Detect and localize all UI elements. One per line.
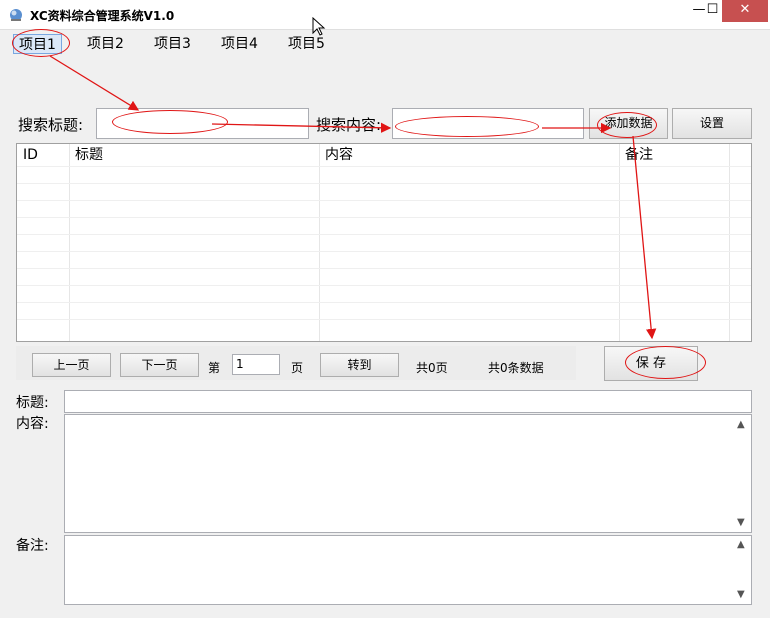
grid-row-line	[17, 183, 751, 184]
search-title-label: 搜索标题:	[18, 116, 84, 134]
search-content-label: 搜索内容:	[316, 116, 382, 134]
scroll-up-icon[interactable]: ▲	[737, 539, 745, 550]
menu-item-project3[interactable]: 项目3	[149, 34, 196, 54]
grid-row-line	[17, 234, 751, 235]
column-header-id[interactable]: ID	[17, 144, 69, 166]
title-field[interactable]	[64, 390, 752, 413]
grid-divider	[319, 144, 320, 341]
scroll-up-icon[interactable]: ▲	[737, 419, 745, 430]
page-prefix-label: 第	[208, 361, 221, 375]
prev-page-button[interactable]: 上一页	[32, 353, 111, 377]
menu-item-project2[interactable]: 项目2	[82, 34, 129, 54]
annotation-oval	[597, 112, 657, 138]
goto-page-button[interactable]: 转到	[320, 353, 399, 377]
grid-row-line	[17, 217, 751, 218]
close-button[interactable]: ✕	[722, 0, 768, 22]
total-records-text: 共0条数据	[488, 361, 544, 375]
close-icon: ✕	[739, 2, 751, 17]
grid-row-line	[17, 251, 751, 252]
settings-button[interactable]: 设置	[672, 108, 752, 139]
title-bar: XC资料综合管理系统V1.0 — ☐ ✕	[0, 0, 770, 30]
column-header-content[interactable]: 内容	[319, 144, 619, 166]
grid-row-line	[17, 268, 751, 269]
window-title: XC资料综合管理系统V1.0	[30, 9, 175, 23]
grid-divider	[619, 144, 620, 341]
grid-row-line	[17, 302, 751, 303]
menu-item-project5[interactable]: 项目5	[283, 34, 330, 54]
remark-textarea[interactable]	[64, 535, 752, 605]
annotation-oval	[112, 110, 228, 134]
annotation-oval	[395, 116, 539, 137]
grid-row-line	[17, 319, 751, 320]
annotation-arrow	[49, 55, 140, 111]
scroll-down-icon[interactable]: ▼	[737, 589, 745, 600]
grid-row-line	[17, 200, 751, 201]
scroll-down-icon[interactable]: ▼	[737, 517, 745, 528]
annotation-oval	[12, 29, 70, 57]
page-number-input[interactable]: 1	[232, 354, 280, 375]
grid-divider	[729, 144, 730, 341]
data-grid[interactable]: ID 标题 内容 备注	[16, 143, 752, 342]
annotation-oval	[625, 346, 706, 379]
maximize-button[interactable]: ☐	[703, 0, 722, 22]
total-pages-text: 共0页	[416, 361, 448, 375]
app-icon	[10, 9, 22, 21]
menu-item-project4[interactable]: 项目4	[216, 34, 263, 54]
page-suffix-label: 页	[291, 361, 304, 375]
grid-row-line	[17, 285, 751, 286]
remark-label: 备注:	[16, 538, 49, 554]
maximize-icon: ☐	[706, 2, 719, 17]
content-label: 内容:	[16, 416, 49, 432]
mouse-cursor-icon	[312, 17, 326, 36]
title-label: 标题:	[16, 395, 49, 411]
grid-row-line	[17, 166, 751, 167]
column-header-remark[interactable]: 备注	[619, 144, 729, 166]
next-page-button[interactable]: 下一页	[120, 353, 199, 377]
grid-divider	[69, 144, 70, 341]
column-header-title[interactable]: 标题	[69, 144, 319, 166]
content-textarea[interactable]	[64, 414, 752, 533]
